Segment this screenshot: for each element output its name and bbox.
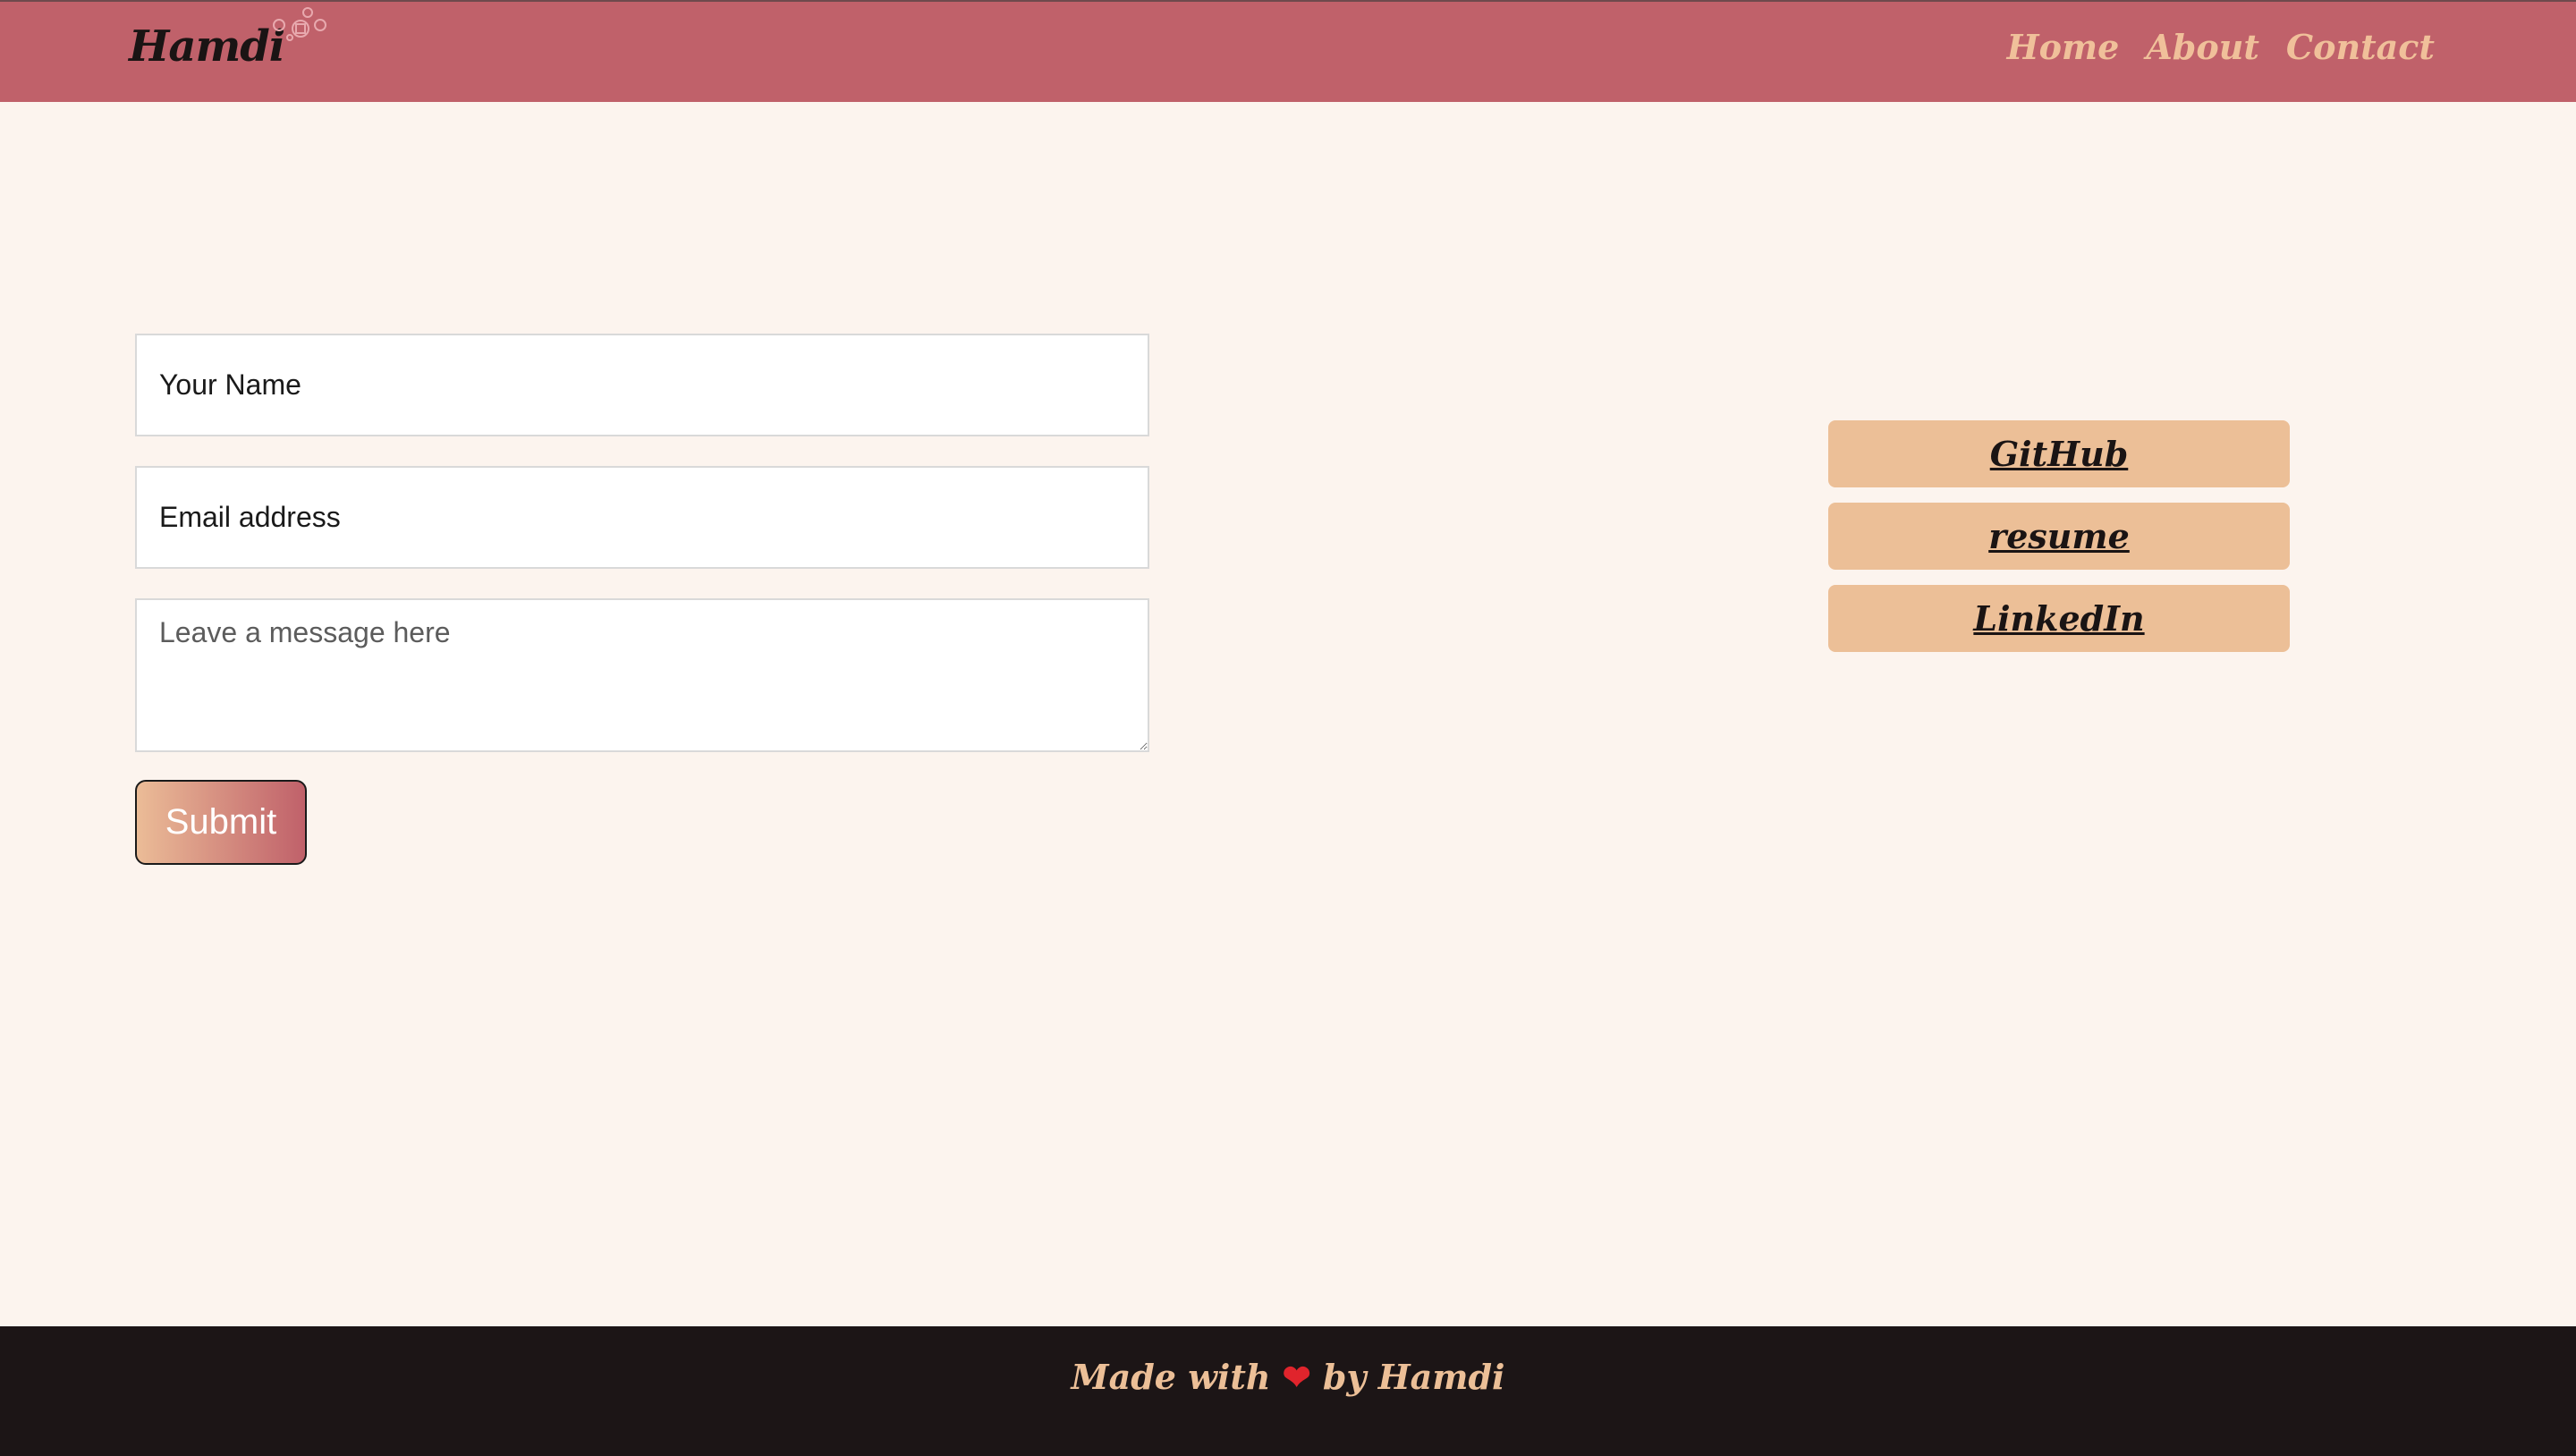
nav-contact-link[interactable]: Contact [2286,27,2435,67]
email-input[interactable] [135,466,1149,569]
footer-prefix: Made with [1071,1357,1271,1397]
sparkle-decoration-icon [273,7,326,41]
nav-home-link[interactable]: Home [2007,27,2120,67]
external-links: GitHub resume LinkedIn [1828,420,2290,667]
message-textarea[interactable] [135,598,1149,752]
footer-suffix: by Hamdi [1322,1357,1505,1397]
footer-credit: Made with ❤ by Hamdi [0,1357,2576,1397]
linkedin-link-button[interactable]: LinkedIn [1828,585,2290,652]
site-footer: Made with ❤ by Hamdi [0,1326,2576,1456]
contact-form [135,334,1149,752]
submit-button[interactable]: Submit [135,780,307,865]
site-header: Hamdi Home About Contact [0,0,2576,102]
main-nav: Home About Contact [2007,27,2435,67]
heart-icon: ❤ [1282,1357,1311,1397]
resume-link-button[interactable]: resume [1828,503,2290,570]
nav-about-link[interactable]: About [2146,27,2259,67]
site-logo[interactable]: Hamdi [129,21,285,72]
github-link-button[interactable]: GitHub [1828,420,2290,487]
name-input[interactable] [135,334,1149,436]
